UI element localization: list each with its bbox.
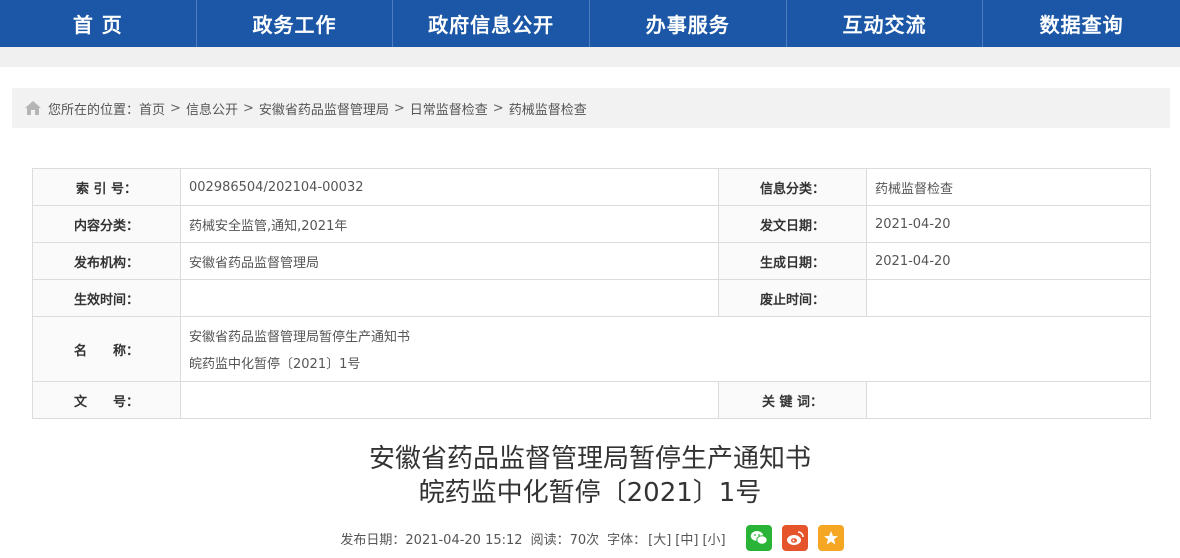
publisher-label: 发布机构： <box>32 242 181 280</box>
gen-date-label: 生成日期： <box>718 242 867 280</box>
table-row: 文 号： 关 键 词： <box>32 381 1151 419</box>
font-small-button[interactable]: [小] <box>702 529 725 548</box>
nav-home[interactable]: 首 页 <box>0 0 197 47</box>
share-favorite-button[interactable] <box>817 525 844 551</box>
index-label: 索 引 号： <box>32 168 181 206</box>
name-label: 名 称： <box>32 316 181 382</box>
docno-label: 文 号： <box>32 381 181 419</box>
category-label: 信息分类： <box>718 168 867 206</box>
wechat-icon <box>750 531 768 545</box>
breadcrumb-separator: > <box>170 100 181 116</box>
breadcrumb-prefix: 您所在的位置： <box>48 102 140 118</box>
table-row: 发布机构： 安徽省药品监督管理局 生成日期： 2021-04-20 <box>32 242 1151 280</box>
nav-government-affairs[interactable]: 政务工作 <box>197 0 394 47</box>
star-icon <box>823 531 838 545</box>
share-wechat-button[interactable] <box>745 525 772 551</box>
content-label: 内容分类： <box>32 205 181 243</box>
breadcrumb-separator: > <box>393 100 405 116</box>
index-value: 002986504/202104-00032 <box>180 168 719 206</box>
name-line-2: 皖药监中化暂停〔2021〕1号 <box>189 357 361 372</box>
breadcrumb-bureau[interactable]: 安徽省药品监督管理局 <box>259 99 389 118</box>
font-medium-button[interactable]: [中] <box>675 529 698 548</box>
header-band <box>0 47 1180 67</box>
abolish-label: 废止时间： <box>718 279 867 317</box>
effective-label: 生效时间： <box>32 279 181 317</box>
nav-info-disclosure[interactable]: 政府信息公开 <box>393 0 590 47</box>
effective-value <box>180 279 719 317</box>
article-title-line-1: 安徽省药品监督管理局暂停生产通知书 <box>368 444 811 474</box>
document-meta-table: 索 引 号： 002986504/202104-00032 信息分类： 药械监督… <box>32 168 1151 419</box>
breadcrumb-info-disclosure[interactable]: 信息公开 <box>186 99 238 118</box>
table-row: 名 称： 安徽省药品监督管理局暂停生产通知书 皖药监中化暂停〔2021〕1号 <box>32 316 1151 382</box>
breadcrumb-home[interactable]: 首页 <box>139 99 165 118</box>
article-title: 安徽省药品监督管理局暂停生产通知书 皖药监中化暂停〔2021〕1号 <box>0 442 1180 510</box>
content-value: 药械安全监管,通知,2021年 <box>180 205 719 243</box>
breadcrumb-daily-inspection[interactable]: 日常监督检查 <box>410 99 488 118</box>
main-nav: 首 页 政务工作 政府信息公开 办事服务 互动交流 数据查询 <box>0 0 1180 47</box>
share-weibo-button[interactable] <box>781 525 808 551</box>
article-info-bar: 发布日期：2021-04-20 15:12 阅读：70次 字体： [大] [中]… <box>0 524 1180 552</box>
name-value: 安徽省药品监督管理局暂停生产通知书 皖药监中化暂停〔2021〕1号 <box>180 316 1151 382</box>
font-large-button[interactable]: [大] <box>648 529 671 548</box>
breadcrumb-device-inspection[interactable]: 药械监督检查 <box>509 99 587 118</box>
docno-value <box>180 381 719 419</box>
abolish-value <box>866 279 1151 317</box>
article-title-line-2: 皖药监中化暂停〔2021〕1号 <box>418 478 762 508</box>
read-count: 阅读：70次 <box>530 532 600 548</box>
category-value: 药械监督检查 <box>866 168 1151 206</box>
table-row: 生效时间： 废止时间： <box>32 279 1151 317</box>
issue-date-label: 发文日期： <box>718 205 867 243</box>
breadcrumb-separator: > <box>492 100 504 116</box>
nav-interaction[interactable]: 互动交流 <box>787 0 984 47</box>
keywords-label: 关 键 词： <box>718 381 867 419</box>
issue-date-value: 2021-04-20 <box>866 205 1151 243</box>
table-row: 内容分类： 药械安全监管,通知,2021年 发文日期： 2021-04-20 <box>32 205 1151 243</box>
nav-services[interactable]: 办事服务 <box>590 0 787 47</box>
name-line-1: 安徽省药品监督管理局暂停生产通知书 <box>189 330 411 345</box>
breadcrumb: 您所在的位置： 首页 > 信息公开 > 安徽省药品监督管理局 > 日常监督检查 … <box>12 88 1170 128</box>
gen-date-value: 2021-04-20 <box>866 242 1151 280</box>
font-size-label: 字体： <box>607 532 647 548</box>
home-icon <box>25 101 41 115</box>
nav-data-query[interactable]: 数据查询 <box>983 0 1180 47</box>
table-row: 索 引 号： 002986504/202104-00032 信息分类： 药械监督… <box>32 168 1151 206</box>
breadcrumb-separator: > <box>242 100 254 116</box>
weibo-icon <box>786 531 804 545</box>
publish-date: 发布日期：2021-04-20 15:12 <box>340 532 523 548</box>
publisher-value: 安徽省药品监督管理局 <box>180 242 719 280</box>
keywords-value <box>866 381 1151 419</box>
